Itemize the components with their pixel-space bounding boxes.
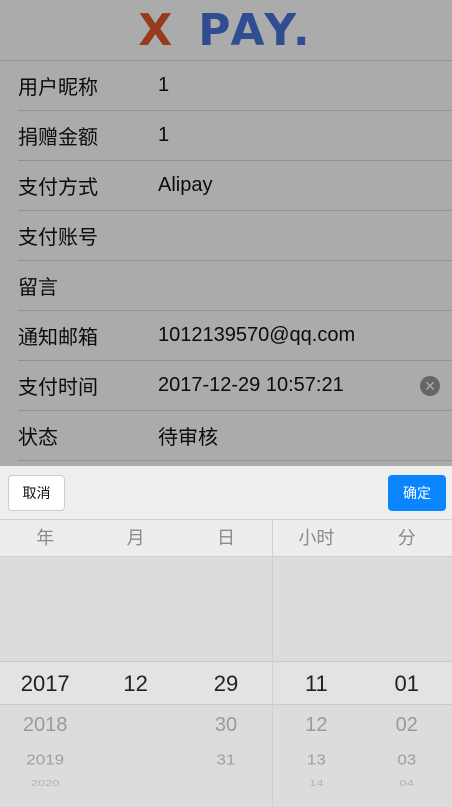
minute-option[interactable]: 03 — [362, 752, 452, 769]
month-wheel[interactable]: 12 — [90, 557, 180, 807]
day-option[interactable]: 31 — [181, 752, 271, 769]
header-day: 日 — [216, 528, 235, 548]
minute-selected[interactable]: 01 — [362, 671, 452, 697]
hour-wheel[interactable]: 11 12 13 14 — [271, 557, 361, 807]
cancel-button[interactable]: 取消 — [8, 475, 65, 511]
header-hour: 小时 — [298, 528, 335, 548]
day-wheel[interactable]: 29 30 31 — [181, 557, 271, 807]
month-selected[interactable]: 12 — [90, 671, 180, 697]
year-option[interactable]: 2019 — [0, 752, 90, 769]
hour-option[interactable]: 14 — [271, 779, 361, 788]
day-selected[interactable]: 29 — [181, 671, 271, 697]
minute-option[interactable]: 02 — [362, 714, 452, 737]
header-month: 月 — [126, 528, 145, 548]
year-selected[interactable]: 2017 — [0, 671, 90, 697]
picker-wheels: 2017 2018 2019 2020 12 29 30 31 11 12 13… — [0, 557, 452, 807]
minute-wheel[interactable]: 01 02 03 04 — [362, 557, 452, 807]
day-option[interactable]: 30 — [181, 714, 271, 737]
header-minute: 分 — [397, 528, 416, 548]
header-year: 年 — [36, 528, 55, 548]
year-option[interactable]: 2020 — [0, 779, 90, 788]
year-wheel[interactable]: 2017 2018 2019 2020 — [0, 557, 90, 807]
hour-option[interactable]: 13 — [271, 752, 361, 769]
picker-column-headers: 年 月 日 小时 分 — [0, 520, 452, 557]
year-option[interactable]: 2018 — [0, 714, 90, 737]
datetime-picker: 取消 确定 年 月 日 小时 分 2017 2018 2019 2020 12 … — [0, 466, 452, 807]
minute-option[interactable]: 04 — [362, 779, 452, 788]
hour-selected[interactable]: 11 — [271, 671, 361, 697]
confirm-button[interactable]: 确定 — [388, 475, 446, 511]
header-divider — [272, 520, 273, 557]
picker-toolbar: 取消 确定 — [0, 466, 452, 520]
hour-option[interactable]: 12 — [271, 714, 361, 737]
